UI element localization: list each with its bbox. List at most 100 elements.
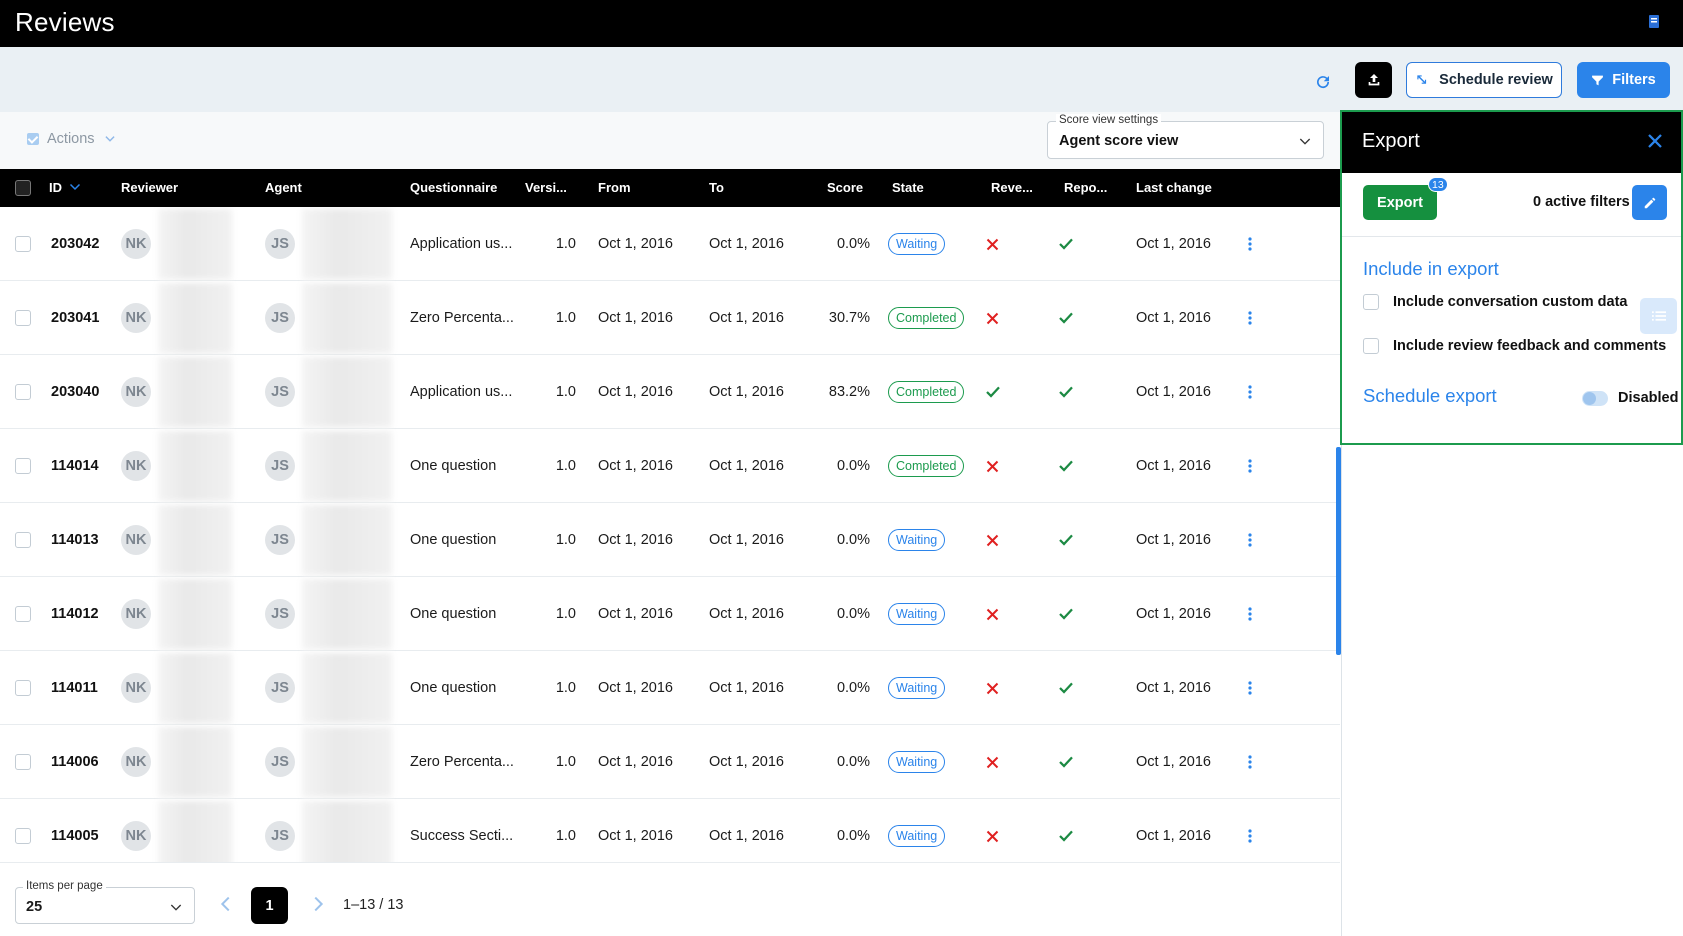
reviewed-cell [985, 355, 1001, 429]
column-id[interactable]: ID [49, 180, 81, 195]
score: 0.0% [836, 754, 870, 770]
column-reported[interactable]: Repo... [1064, 180, 1107, 195]
row-checkbox[interactable] [15, 384, 31, 400]
score-view-select[interactable]: Score view settings Agent score view [1047, 114, 1324, 159]
state-cell: Waiting [888, 207, 946, 281]
row-checkbox[interactable] [15, 606, 31, 622]
review-id[interactable]: 203042 [51, 207, 99, 281]
include-feedback-option[interactable]: Include review feedback and comments [1363, 338, 1666, 354]
export-button[interactable]: Export [1363, 185, 1437, 220]
export-count-badge: 13 [1428, 177, 1448, 192]
review-id[interactable]: 203040 [51, 355, 99, 429]
last-change: Oct 1, 2016 [1136, 606, 1211, 622]
row-checkbox[interactable] [15, 310, 31, 326]
from-date: Oct 1, 2016 [598, 532, 673, 548]
reported-cell [1058, 429, 1074, 503]
review-id[interactable]: 114014 [51, 429, 99, 503]
actions-menu[interactable]: Actions [27, 131, 117, 147]
reviewer-avatar: NK [121, 821, 151, 851]
version: 1.0 [555, 754, 576, 770]
score: 0.0% [836, 532, 870, 548]
schedule-arrows-icon [1417, 75, 1427, 84]
status-badge: Waiting [888, 751, 946, 773]
review-id[interactable]: 114013 [51, 503, 99, 577]
column-agent[interactable]: Agent [265, 180, 302, 195]
table-row[interactable]: 203042 NK JS Application us... 1.0 Oct 1, 201… [0, 207, 1340, 281]
bookmark-icon[interactable] [1648, 15, 1660, 28]
column-reviewed[interactable]: Reve... [991, 180, 1033, 195]
schedule-export-heading[interactable]: Schedule export [1363, 385, 1497, 407]
column-score[interactable]: Score [827, 180, 863, 195]
table-row[interactable]: 114014 NK JS One question 1.0 Oct 1, 2016 Oct … [0, 429, 1340, 503]
select-all-checkbox[interactable] [15, 180, 31, 196]
column-questionnaire[interactable]: Questionnaire [410, 180, 497, 195]
table-row[interactable]: 114005 NK JS Success Secti... 1.0 Oct 1, 2016… [0, 799, 1340, 862]
review-id[interactable]: 114012 [51, 577, 99, 651]
close-icon[interactable] [1646, 132, 1664, 150]
reviewer-avatar: NK [121, 451, 151, 481]
row-menu-button[interactable] [1248, 429, 1252, 503]
row-checkbox[interactable] [15, 458, 31, 474]
column-last-change[interactable]: Last change [1136, 180, 1212, 195]
check-icon [1059, 238, 1073, 250]
row-checkbox[interactable] [15, 680, 31, 696]
column-from[interactable]: From [598, 180, 631, 195]
row-menu-button[interactable] [1248, 281, 1252, 355]
include-custom-data-option[interactable]: Include conversation custom data [1363, 294, 1627, 310]
items-per-page-label: Items per page [23, 880, 106, 892]
status-badge: Completed [888, 381, 965, 403]
status-badge: Waiting [888, 677, 946, 699]
export-upload-button[interactable] [1355, 62, 1392, 98]
table-row[interactable]: 203041 NK JS Zero Percenta... 1.0 Oct 1, 2016… [0, 281, 1340, 355]
table-row[interactable]: 114012 NK JS One question 1.0 Oct 1, 2016 Oct … [0, 577, 1340, 651]
schedule-export-toggle[interactable] [1582, 391, 1608, 406]
row-checkbox[interactable] [15, 828, 31, 844]
include-feedback-label: Include review feedback and comments [1393, 338, 1667, 354]
reviewed-cell [985, 577, 1000, 651]
items-per-page-select[interactable]: Items per page 25 [15, 880, 195, 924]
reviewer-avatar: NK [121, 747, 151, 777]
last-change: Oct 1, 2016 [1136, 236, 1211, 252]
row-menu-button[interactable] [1248, 503, 1252, 577]
edit-filters-button[interactable] [1632, 185, 1667, 220]
reviewer-name-redacted [158, 579, 232, 649]
current-page-button[interactable]: 1 [251, 887, 288, 924]
row-checkbox[interactable] [15, 236, 31, 252]
chevron-right-icon[interactable] [307, 893, 329, 915]
version: 1.0 [555, 606, 576, 622]
review-id[interactable]: 114006 [51, 725, 99, 799]
review-id[interactable]: 114011 [51, 651, 98, 725]
include-feedback-checkbox[interactable] [1363, 338, 1379, 354]
last-change: Oct 1, 2016 [1136, 532, 1211, 548]
filters-button[interactable]: Filters [1577, 62, 1670, 98]
schedule-review-button[interactable]: Schedule review [1406, 62, 1562, 98]
include-custom-data-label: Include conversation custom data [1393, 294, 1628, 310]
row-menu-button[interactable] [1248, 725, 1252, 799]
state-cell: Waiting [888, 799, 946, 862]
refresh-button[interactable] [1310, 69, 1336, 95]
reviewer-name-redacted [158, 727, 232, 797]
custom-data-list-button[interactable] [1640, 298, 1677, 334]
row-menu-button[interactable] [1248, 355, 1252, 429]
include-custom-data-checkbox[interactable] [1363, 294, 1379, 310]
column-state[interactable]: State [892, 180, 924, 195]
column-version[interactable]: Versi... [525, 180, 567, 195]
table-row[interactable]: 203040 NK JS Application us... 1.0 Oct 1, 201… [0, 355, 1340, 429]
review-id[interactable]: 114005 [51, 799, 99, 862]
status-badge: Waiting [888, 603, 946, 625]
questionnaire: One question [410, 606, 497, 622]
table-row[interactable]: 114013 NK JS One question 1.0 Oct 1, 2016 Oct … [0, 503, 1340, 577]
row-menu-button[interactable] [1248, 577, 1252, 651]
chevron-left-icon[interactable] [215, 893, 237, 915]
last-change: Oct 1, 2016 [1136, 754, 1211, 770]
column-to[interactable]: To [709, 180, 724, 195]
row-menu-button[interactable] [1248, 799, 1252, 862]
table-row[interactable]: 114011 NK JS One question 1.0 Oct 1, 2016 Oct … [0, 651, 1340, 725]
row-menu-button[interactable] [1248, 651, 1252, 725]
row-checkbox[interactable] [15, 754, 31, 770]
row-checkbox[interactable] [15, 532, 31, 548]
row-menu-button[interactable] [1248, 207, 1252, 281]
table-row[interactable]: 114006 NK JS Zero Percenta... 1.0 Oct 1, 2016… [0, 725, 1340, 799]
review-id[interactable]: 203041 [51, 281, 99, 355]
column-reviewer[interactable]: Reviewer [121, 180, 178, 195]
